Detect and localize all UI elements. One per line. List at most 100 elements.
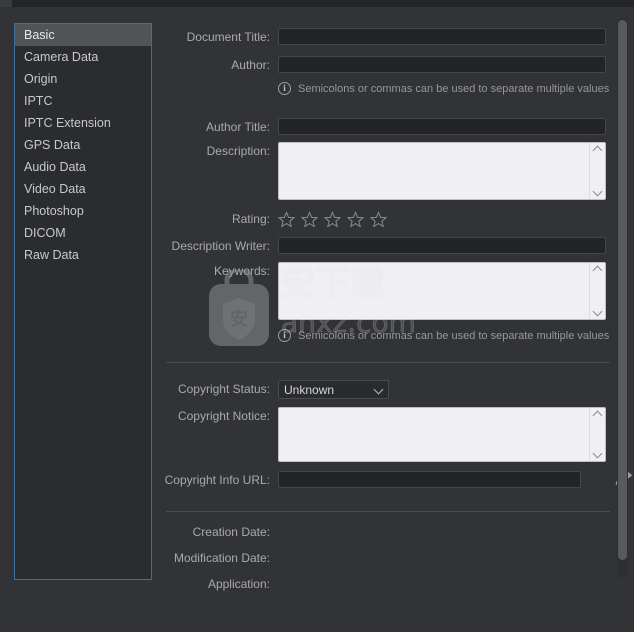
star-icon[interactable] bbox=[347, 211, 364, 228]
author-hint-wrap: i Semicolons or commas can be used to se… bbox=[278, 82, 618, 95]
description-scrollbar[interactable] bbox=[589, 143, 605, 199]
field-row-author-title: Author Title: bbox=[160, 118, 618, 135]
keywords-hint-text: Semicolons or commas can be used to sepa… bbox=[298, 329, 610, 342]
copyright-notice-label: Copyright Notice: bbox=[177, 409, 270, 423]
copyright-status-value: Unknown bbox=[284, 382, 335, 397]
star-icon[interactable] bbox=[324, 211, 341, 228]
chevron-up-icon[interactable] bbox=[593, 410, 602, 419]
keywords-textarea[interactable] bbox=[278, 262, 606, 320]
copyright-status-wrap: Unknown bbox=[278, 380, 618, 399]
sidebar-item-label: Camera Data bbox=[24, 50, 99, 64]
star-icon[interactable] bbox=[370, 211, 387, 228]
description-label: Description: bbox=[206, 144, 270, 158]
chevron-down-icon[interactable] bbox=[593, 450, 602, 459]
file-info-dialog: Basic Camera Data Origin IPTC IPTC Exten… bbox=[0, 0, 634, 632]
title-strip bbox=[0, 0, 634, 7]
copyright-info-url-label: Copyright Info URL: bbox=[164, 473, 270, 487]
author-hint: i Semicolons or commas can be used to se… bbox=[278, 82, 618, 95]
star-icon[interactable] bbox=[278, 211, 295, 228]
sidebar-item-origin[interactable]: Origin bbox=[15, 68, 151, 90]
sidebar-item-iptc[interactable]: IPTC bbox=[15, 90, 151, 112]
sidebar-item-camera-data[interactable]: Camera Data bbox=[15, 46, 151, 68]
category-list[interactable]: Basic Camera Data Origin IPTC IPTC Exten… bbox=[14, 23, 152, 580]
sidebar-item-label: Raw Data bbox=[24, 248, 79, 262]
keywords-hint-wrap: i Semicolons or commas can be used to se… bbox=[278, 329, 618, 342]
author-title-input[interactable] bbox=[278, 118, 606, 135]
keywords-hint-row: i Semicolons or commas can be used to se… bbox=[160, 329, 618, 342]
description-writer-label: Description Writer: bbox=[171, 239, 270, 253]
keywords-wrap bbox=[278, 262, 618, 320]
description-wrap bbox=[278, 142, 618, 200]
sidebar-item-gps-data[interactable]: GPS Data bbox=[15, 134, 151, 156]
copyright-notice-textarea[interactable] bbox=[278, 407, 606, 462]
chevron-down-icon[interactable] bbox=[593, 308, 602, 317]
author-label: Author: bbox=[231, 58, 270, 72]
info-icon: i bbox=[278, 82, 291, 95]
field-row-document-title: Document Title: bbox=[160, 28, 618, 45]
copyright-info-url-wrap bbox=[278, 470, 633, 488]
chevron-up-icon[interactable] bbox=[593, 145, 602, 154]
copyright-status-label: Copyright Status: bbox=[177, 382, 270, 396]
field-row-rating: Rating: bbox=[160, 210, 618, 228]
author-hint-spacer bbox=[160, 82, 278, 84]
sidebar-item-video-data[interactable]: Video Data bbox=[15, 178, 151, 200]
sidebar-item-iptc-extension[interactable]: IPTC Extension bbox=[15, 112, 151, 134]
modification-date-label: Modification Date: bbox=[173, 551, 270, 565]
chevron-down-icon[interactable] bbox=[375, 386, 383, 394]
sidebar-item-basic[interactable]: Basic bbox=[15, 24, 151, 46]
info-icon: i bbox=[278, 329, 291, 342]
sidebar-item-label: GPS Data bbox=[24, 138, 81, 152]
sidebar-item-dicom[interactable]: DICOM bbox=[15, 222, 151, 244]
author-hint-text: Semicolons or commas can be used to sepa… bbox=[298, 82, 610, 95]
description-textarea[interactable] bbox=[278, 142, 606, 200]
star-icon[interactable] bbox=[301, 211, 318, 228]
author-wrap bbox=[278, 56, 618, 73]
sidebar-item-label: Photoshop bbox=[24, 204, 84, 218]
divider bbox=[166, 362, 610, 363]
field-row-description: Description: bbox=[160, 142, 618, 200]
field-row-copyright-info-url: Copyright Info URL: bbox=[160, 470, 633, 488]
form-scrollbar-thumb[interactable] bbox=[618, 20, 627, 560]
sidebar-item-label: IPTC Extension bbox=[24, 116, 111, 130]
rating-stars[interactable] bbox=[278, 210, 618, 228]
chevron-down-icon[interactable] bbox=[593, 188, 602, 197]
sidebar-item-label: Origin bbox=[24, 72, 58, 86]
dialog-footer: Powered By xmp Preferences Template F_ O… bbox=[0, 584, 634, 632]
copyright-info-url-input[interactable] bbox=[278, 471, 581, 488]
keywords-hint: i Semicolons or commas can be used to se… bbox=[278, 329, 618, 342]
keywords-scrollbar[interactable] bbox=[589, 263, 605, 319]
sidebar-item-photoshop[interactable]: Photoshop bbox=[15, 200, 151, 222]
field-row-modification-date: Modification Date: bbox=[160, 549, 618, 565]
sidebar-item-label: Basic bbox=[24, 28, 55, 42]
sidebar-item-label: IPTC bbox=[24, 94, 53, 108]
field-row-copyright-status: Copyright Status: Unknown bbox=[160, 380, 618, 399]
field-row-author: Author: bbox=[160, 56, 618, 73]
copyright-notice-wrap bbox=[278, 407, 618, 462]
copyright-status-select[interactable]: Unknown bbox=[278, 380, 389, 399]
chevron-up-icon[interactable] bbox=[593, 265, 602, 274]
author-input[interactable] bbox=[278, 56, 606, 73]
document-title-wrap bbox=[278, 28, 618, 45]
field-row-copyright-notice: Copyright Notice: bbox=[160, 407, 618, 462]
title-strip-corner bbox=[0, 0, 12, 7]
document-title-label: Document Title: bbox=[186, 30, 270, 44]
field-row-description-writer: Description Writer: bbox=[160, 237, 618, 254]
sidebar-item-label: DICOM bbox=[24, 226, 66, 240]
form-scrollbar[interactable] bbox=[617, 18, 628, 578]
copyright-notice-scrollbar[interactable] bbox=[589, 408, 605, 461]
sidebar-item-raw-data[interactable]: Raw Data bbox=[15, 244, 151, 266]
sidebar-item-label: Audio Data bbox=[24, 160, 86, 174]
rating-label: Rating: bbox=[231, 212, 270, 226]
keywords-hint-spacer bbox=[160, 329, 278, 331]
sidebar-item-audio-data[interactable]: Audio Data bbox=[15, 156, 151, 178]
description-writer-wrap bbox=[278, 237, 618, 254]
rating-wrap bbox=[278, 210, 618, 228]
metadata-form: Document Title: Author: i Semicolons or … bbox=[160, 14, 633, 591]
keywords-label: Keywords: bbox=[213, 264, 270, 278]
divider bbox=[166, 511, 610, 512]
sidebar-item-label: Video Data bbox=[24, 182, 86, 196]
description-writer-input[interactable] bbox=[278, 237, 606, 254]
creation-date-label: Creation Date: bbox=[192, 525, 270, 539]
author-title-wrap bbox=[278, 118, 618, 135]
document-title-input[interactable] bbox=[278, 28, 606, 45]
